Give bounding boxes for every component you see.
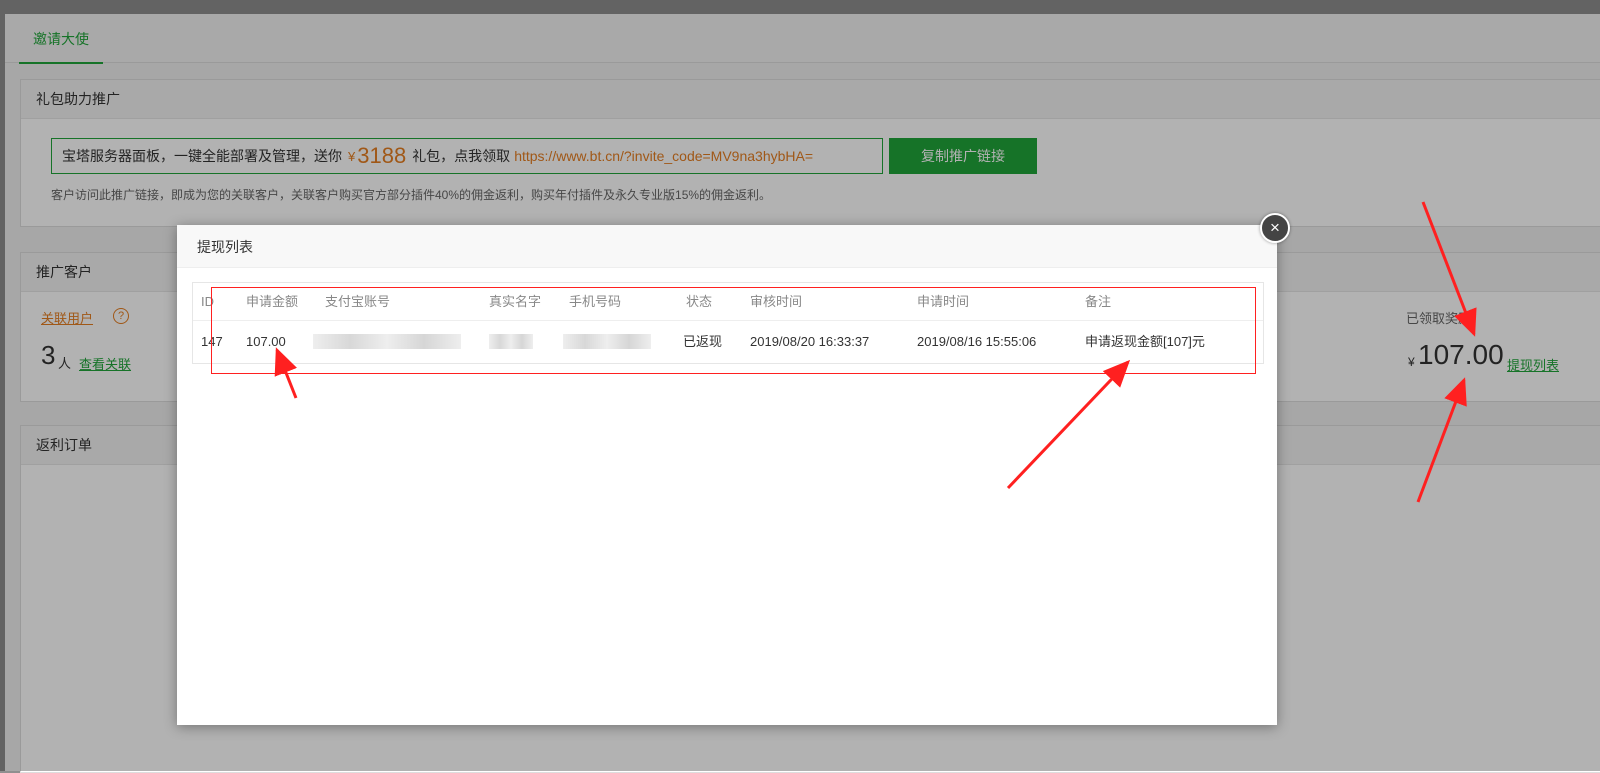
arrow-annotation-remark bbox=[1006, 359, 1131, 490]
arrow-annotation-amount bbox=[274, 347, 298, 399]
arrow-annotation-reward-value bbox=[1416, 377, 1467, 503]
arrow-annotation-reward-label bbox=[1421, 201, 1477, 337]
annotation-arrows bbox=[274, 201, 1477, 503]
